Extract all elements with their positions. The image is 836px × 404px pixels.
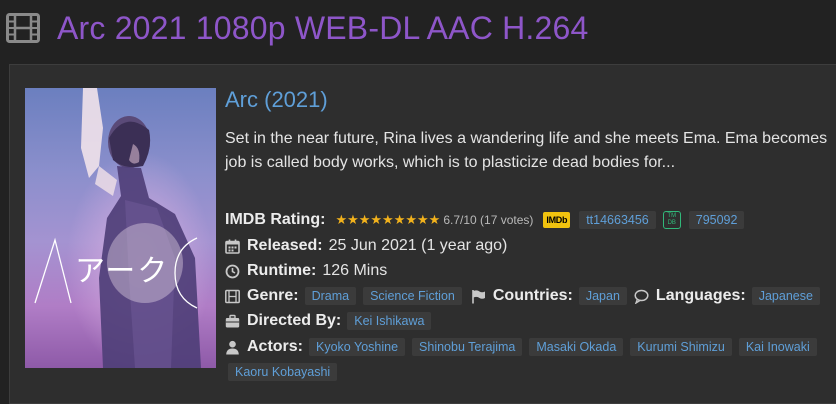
overview-line: job is called body works, which is to pl… bbox=[225, 154, 676, 171]
flag-icon bbox=[471, 289, 486, 304]
movie-poster[interactable]: アーク bbox=[25, 88, 216, 368]
speech-bubble-icon bbox=[634, 289, 649, 305]
movie-panel: アーク Arc (2021) Set in the near future, R… bbox=[9, 64, 836, 404]
overview-line: Set in the near future, Rina lives a wan… bbox=[225, 130, 828, 147]
poster-logo-text: アーク bbox=[75, 254, 170, 289]
language-tag[interactable]: Japanese bbox=[751, 287, 820, 305]
rating-row: IMDB Rating: ★★★★★★★★★ 6.7/10 (17 votes)… bbox=[225, 211, 751, 229]
imdb-rating-label: IMDB Rating: bbox=[225, 211, 326, 228]
film-icon bbox=[6, 11, 40, 45]
actor-tag[interactable]: Masaki Okada bbox=[529, 338, 624, 356]
actor-tag[interactable]: Shinobu Terajima bbox=[412, 338, 523, 356]
runtime-label: Runtime: bbox=[247, 262, 317, 279]
movie-title-link[interactable]: Arc (2021) bbox=[225, 87, 328, 113]
genre-tag[interactable]: Drama bbox=[304, 287, 357, 305]
runtime-value: 126 Mins bbox=[322, 262, 388, 279]
released-row: Released: 25 Jun 2021 (1 year ago) bbox=[225, 237, 507, 255]
poster-figure-image bbox=[34, 88, 201, 368]
director-row: Directed By: Kei Ishikawa bbox=[225, 312, 438, 330]
languages-label: Languages: bbox=[655, 287, 746, 304]
tmdb-id-link[interactable]: 795092 bbox=[688, 211, 745, 229]
tmdb-badge-line: TM bbox=[667, 213, 677, 219]
genre-label: Genre: bbox=[247, 287, 299, 304]
directed-by-label: Directed By: bbox=[247, 312, 342, 329]
movie-overview: Set in the near future, Rina lives a wan… bbox=[225, 127, 836, 175]
actors-label: Actors: bbox=[247, 338, 304, 355]
page-title: Arc 2021 1080p WEB-DL AAC H.264 bbox=[57, 9, 589, 46]
actors-row: Actors: Kyoko Yoshine Shinobu Terajima M… bbox=[225, 338, 824, 356]
calendar-icon bbox=[225, 239, 240, 254]
country-tag[interactable]: Japan bbox=[578, 287, 627, 305]
actors-row-continued: Kaoru Kobayashi bbox=[225, 363, 344, 381]
briefcase-icon bbox=[225, 314, 240, 329]
rating-text: 6.7/10 (17 votes) bbox=[443, 213, 534, 227]
actor-tag[interactable]: Kaoru Kobayashi bbox=[228, 363, 338, 381]
actor-tag[interactable]: Kyoko Yoshine bbox=[309, 338, 406, 356]
genre-row: Genre: Drama Science Fiction Countries: … bbox=[225, 287, 827, 305]
tmdb-logo-icon[interactable]: TM DB bbox=[662, 211, 681, 229]
imdb-id-link[interactable]: tt14663456 bbox=[579, 211, 656, 229]
actor-tag[interactable]: Kai Inowaki bbox=[738, 338, 817, 356]
countries-label: Countries: bbox=[492, 287, 573, 304]
film-icon bbox=[225, 289, 240, 304]
page-header: Arc 2021 1080p WEB-DL AAC H.264 bbox=[6, 8, 589, 48]
tmdb-badge-line: DB bbox=[667, 220, 676, 226]
clock-icon bbox=[225, 264, 240, 279]
user-icon bbox=[225, 340, 240, 355]
director-tag[interactable]: Kei Ishikawa bbox=[347, 312, 432, 330]
actor-tag[interactable]: Kurumi Shimizu bbox=[630, 338, 732, 356]
genre-tag[interactable]: Science Fiction bbox=[363, 287, 462, 305]
star-rating-icons: ★★★★★★★★★ bbox=[335, 212, 441, 227]
imdb-logo-icon[interactable]: IMDb bbox=[543, 212, 571, 228]
released-label: Released: bbox=[247, 237, 323, 254]
released-value: 25 Jun 2021 (1 year ago) bbox=[328, 237, 508, 254]
runtime-row: Runtime: 126 Mins bbox=[225, 262, 387, 280]
